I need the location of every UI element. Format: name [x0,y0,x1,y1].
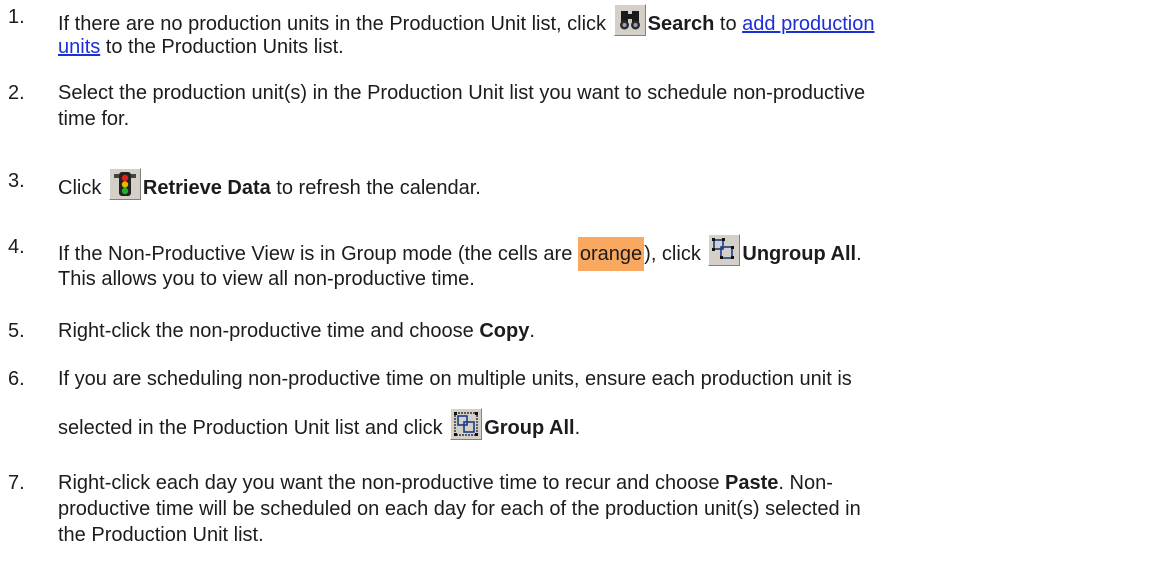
step-line-3: the Production Unit list. [58,524,264,546]
group-icon[interactable] [450,408,483,440]
step-text-pre: Right-click each day you want the non-pr… [58,472,726,494]
step-text: If there are no production units in the … [58,4,1140,60]
traffic-light-icon[interactable] [108,168,141,200]
step-number: 2. [8,82,25,104]
step-text-post: to the Production Units list. [100,36,344,58]
step-text-pre: If the Non-Productive View is in Group m… [58,243,578,265]
step-number: 5. [8,320,25,342]
step-text: Right-click the non-productive time and … [58,318,1140,344]
step-text-post: . Non- [778,472,833,494]
step-text-mid: ), click [644,243,707,265]
add-production-units-link[interactable]: add production [742,13,874,35]
step-number: 4. [8,236,25,258]
step-text-post: to refresh the calendar. [270,177,481,199]
step-text-mid: to [714,13,743,35]
retrieve-data-label: Retrieve Data [142,177,271,199]
step-line-1: Select the production unit(s) in the Pro… [58,82,866,104]
step-text: Select the production unit(s) in the Pro… [58,80,1140,132]
step-number: 3. [8,170,25,192]
step-line-2: productive time will be scheduled on eac… [58,498,861,520]
step-number: 1. [8,6,25,28]
group-all-label: Group All [484,417,575,439]
step-text: Right-click each day you want the non-pr… [58,470,1140,548]
step-text-post: . [856,243,862,265]
step-text-post: . [529,320,535,342]
ungroup-icon[interactable] [708,234,741,266]
step-text-pre: Click [58,177,107,199]
step-line-2: time for. [58,108,130,130]
step-text-post: . [574,417,581,439]
step-text: Click Retrieve Data to refresh the calen… [58,168,1140,200]
step-text-pre: selected in the Production Unit list and… [58,417,449,439]
copy-label: Copy [479,320,530,342]
orange-highlight: orange [577,237,645,271]
step-text-pre: Right-click the non-productive time and … [58,320,480,342]
add-production-units-link-cont[interactable]: units [58,36,100,58]
step-line-1: If you are scheduling non-productive tim… [58,368,852,390]
ungroup-all-label: Ungroup All [742,243,857,265]
search-label: Search [647,13,715,35]
binoculars-icon[interactable] [613,4,646,36]
step-text-pre: If there are no production units in the … [58,13,612,35]
step-text: If the Non-Productive View is in Group m… [58,234,1140,292]
step-number: 6. [8,368,25,390]
paste-label: Paste [725,472,779,494]
step-text: If you are scheduling non-productive tim… [58,366,1140,440]
step-number: 7. [8,472,25,494]
